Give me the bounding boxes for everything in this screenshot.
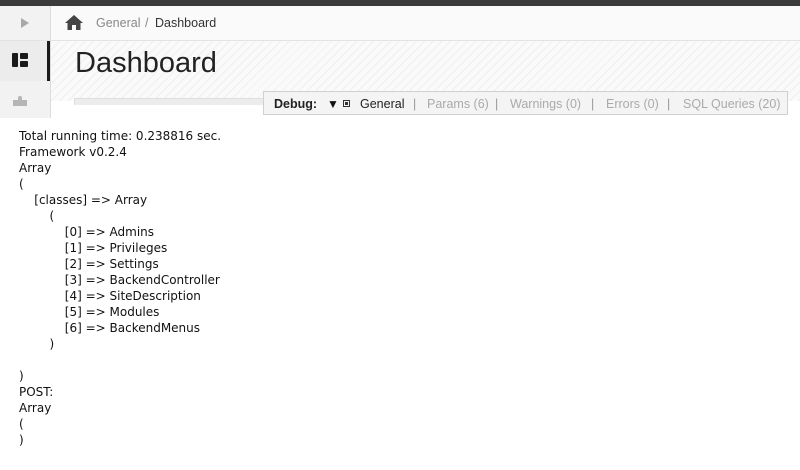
output-line: Array (19, 161, 52, 175)
output-line: POST: (19, 385, 54, 399)
output-line: Total running time: 0.238816 sec. (19, 129, 222, 143)
debug-output: Total running time: 0.238816 sec. Framew… (19, 128, 221, 448)
play-icon (21, 18, 29, 28)
breadcrumb: General / Dashboard (51, 6, 800, 41)
output-line: ) (19, 337, 55, 351)
output-line: [classes] => Array (19, 193, 148, 207)
sidebar-item-plugins[interactable] (0, 90, 50, 118)
tab-separator: | (495, 97, 499, 111)
tab-sql-queries[interactable]: SQL Queries (20) (683, 97, 781, 111)
content-panel-edge (74, 98, 276, 105)
output-line: ( (19, 177, 24, 191)
collapse-arrow-icon[interactable]: ▼ (327, 97, 339, 111)
breadcrumb-current: Dashboard (155, 16, 217, 30)
sidebar-item-dashboard[interactable] (0, 41, 50, 81)
breadcrumb-separator: / (145, 16, 149, 30)
tab-separator: | (667, 97, 671, 111)
puzzle-icon (13, 96, 27, 106)
dashboard-icon (12, 53, 28, 67)
tab-warnings[interactable]: Warnings (0) (510, 97, 581, 111)
debug-label: Debug: (274, 97, 318, 111)
output-line: Array (19, 401, 52, 415)
output-line: [3] => BackendController (19, 273, 220, 287)
output-line: [2] => Settings (19, 257, 159, 271)
output-line: [0] => Admins (19, 225, 155, 239)
debug-bar: Debug: ▼ General | Params (6) | Warnings… (263, 91, 788, 115)
page-title: Dashboard (75, 47, 217, 79)
output-line: [4] => SiteDescription (19, 289, 201, 303)
tab-general[interactable]: General (360, 97, 404, 111)
output-line: [5] => Modules (19, 305, 160, 319)
home-icon[interactable] (64, 14, 84, 35)
output-line: ( (19, 209, 55, 223)
sidebar-toggle-button[interactable] (0, 6, 50, 41)
output-line: [1] => Privileges (19, 241, 168, 255)
output-line: ( (19, 417, 24, 431)
tab-params[interactable]: Params (6) (427, 97, 489, 111)
maximize-icon[interactable] (343, 100, 350, 107)
output-line: ) (19, 433, 24, 447)
output-line: [6] => BackendMenus (19, 321, 201, 335)
tab-separator: | (413, 97, 417, 111)
breadcrumb-general-link[interactable]: General (96, 16, 140, 30)
output-line: ) (19, 369, 24, 383)
tab-errors[interactable]: Errors (0) (606, 97, 659, 111)
tab-separator: | (591, 97, 595, 111)
output-line: Framework v0.2.4 (19, 145, 127, 159)
sidebar (0, 6, 51, 118)
